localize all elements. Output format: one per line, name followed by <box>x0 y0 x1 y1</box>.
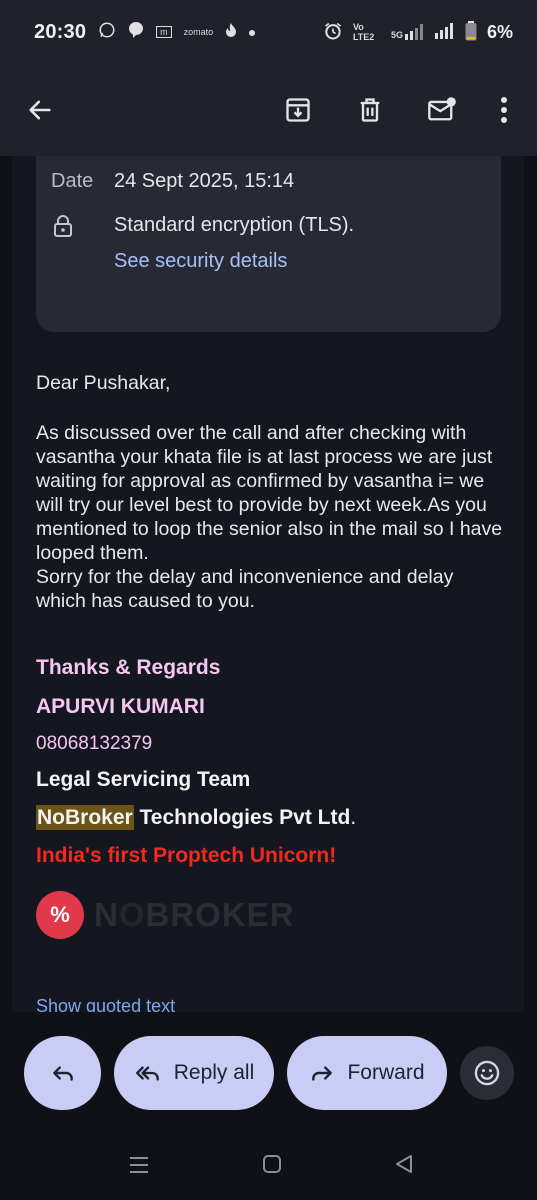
more-vert-icon <box>501 97 507 123</box>
archive-button[interactable] <box>274 86 322 134</box>
home-icon[interactable] <box>262 1154 282 1179</box>
back-nav-icon[interactable] <box>394 1154 414 1179</box>
battery-level: 6% <box>486 21 513 42</box>
action-bar: Reply all Forward <box>0 1012 537 1142</box>
back-button[interactable] <box>16 86 64 134</box>
alarm-icon <box>323 21 343 44</box>
company-dot: . <box>350 806 357 829</box>
signature-name: APURVI KUMARI <box>36 695 205 718</box>
delete-button[interactable] <box>346 86 394 134</box>
zomato-icon: zomato <box>183 27 214 37</box>
emoji-reaction-button[interactable] <box>460 1046 514 1100</box>
recent-apps-icon[interactable] <box>128 1154 150 1181</box>
encryption-text: Standard encryption (TLS). <box>114 214 355 236</box>
message-sheet: Date 24 Sept 2025, 15:14 Standard encryp… <box>12 156 524 1012</box>
delete-icon <box>360 98 380 122</box>
reply-icon <box>52 1066 73 1081</box>
signal-icon <box>434 22 455 42</box>
date-label: Date <box>51 170 94 192</box>
signature-team: Legal Servicing Team <box>36 768 251 791</box>
security-details-link[interactable]: See security details <box>114 250 287 273</box>
forward-icon <box>312 1066 333 1081</box>
dot-icon <box>249 23 256 41</box>
mark-unread-icon <box>428 97 456 121</box>
greeting: Dear Pushakar, <box>36 372 171 394</box>
whatsapp-icon <box>98 21 116 44</box>
signature-tagline: India's first Proptech Unicorn! <box>36 844 337 867</box>
body-paragraph-2: Sorry for the delay and inconvenience an… <box>36 566 454 612</box>
forward-button[interactable]: Forward <box>287 1036 447 1110</box>
company-rest: Technologies Pvt Ltd <box>133 806 351 829</box>
body-paragraph: As discussed over the call and after che… <box>36 422 503 564</box>
battery-icon <box>465 20 477 44</box>
app-bar <box>0 64 537 156</box>
forward-label: Forward <box>347 1061 425 1084</box>
m-icon: m <box>156 26 172 38</box>
message-details-panel: Date 24 Sept 2025, 15:14 Standard encryp… <box>36 156 501 332</box>
smiley-icon <box>474 1060 500 1086</box>
archive-icon <box>286 98 310 122</box>
system-nav-bar <box>0 1140 537 1200</box>
reply-button[interactable] <box>24 1036 101 1110</box>
signature-phone[interactable]: 08068132379 <box>36 733 506 755</box>
signal-5g-icon: 5G <box>391 24 425 40</box>
message-body: Dear Pushakar, As discussed over the cal… <box>36 371 506 613</box>
more-options-button[interactable] <box>480 86 528 134</box>
signature-thanks: Thanks & Regards <box>36 656 221 679</box>
company-highlight: NoBroker <box>36 805 134 830</box>
lock-icon <box>52 214 74 243</box>
status-time: 20:30 <box>34 20 87 43</box>
signature-company: NoBroker Technologies Pvt Ltd. <box>36 805 506 830</box>
nobroker-logo: % NOBROKER <box>36 891 295 939</box>
show-quoted-text-link[interactable]: Show quoted text <box>36 996 175 1012</box>
nobroker-logo-mark: % <box>36 891 84 939</box>
reply-all-icon <box>135 1066 159 1081</box>
network-label: Vo LTE2 <box>352 22 375 42</box>
reply-all-button[interactable]: Reply all <box>114 1036 274 1110</box>
fire-icon <box>225 22 237 43</box>
nobroker-logo-text: NOBROKER <box>94 896 295 933</box>
reply-all-label: Reply all <box>173 1061 255 1084</box>
status-bar: 20:30 m zomato Vo LTE2 5G 6% <box>0 0 537 64</box>
back-arrow-icon <box>29 100 51 120</box>
date-value: 24 Sept 2025, 15:14 <box>114 170 295 192</box>
chat-icon <box>128 21 144 44</box>
mark-unread-button[interactable] <box>418 86 466 134</box>
